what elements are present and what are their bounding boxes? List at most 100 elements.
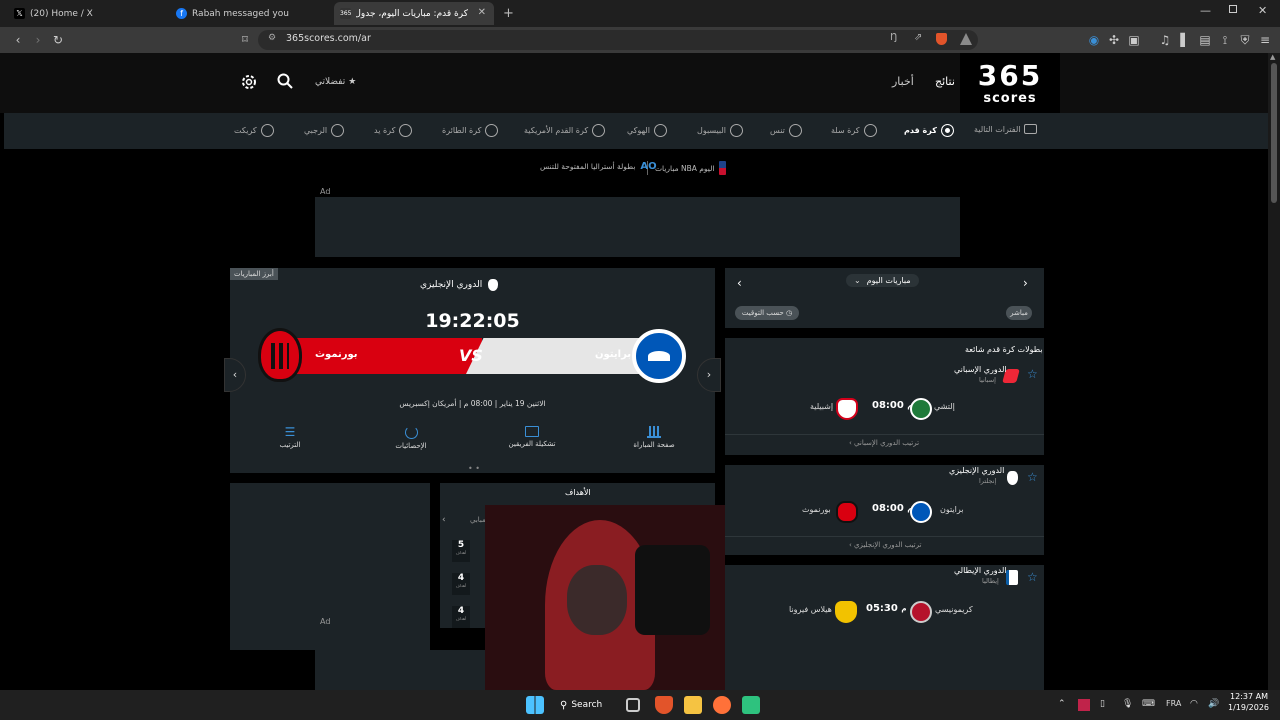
league-name[interactable]: الدوري الإيطالي: [954, 566, 1007, 575]
standings-link[interactable]: ‹ ترتيب الدوري الإنجليزي: [849, 541, 921, 549]
away-team-name[interactable]: بورنموث: [315, 349, 358, 360]
cat-american-football[interactable]: كرة القدم الأمريكية: [524, 124, 606, 137]
scrollbar-thumb[interactable]: [1271, 63, 1277, 203]
input-language[interactable]: FRA: [1166, 699, 1181, 708]
filter-by-time[interactable]: حسب التوقيت ◷: [735, 306, 799, 320]
close-tab-icon[interactable]: ✕: [478, 7, 486, 18]
home-team-name[interactable]: برايتون: [595, 349, 631, 360]
shield-icon[interactable]: ⛨: [1236, 31, 1254, 49]
clock[interactable]: 12:37 AM 1/19/2026: [1228, 692, 1269, 712]
search-icon[interactable]: [277, 73, 293, 89]
standings-link[interactable]: ‹ ترتيب الدوري الإسباني: [849, 439, 919, 447]
wallet-icon[interactable]: ▤: [1196, 31, 1214, 49]
back-icon[interactable]: ‹: [9, 31, 27, 49]
menu-icon[interactable]: ≡: [1256, 31, 1274, 49]
site-info-icon[interactable]: ⚙: [268, 33, 276, 43]
keyboard-icon[interactable]: ⌨: [1142, 699, 1155, 709]
brave-rewards-icon[interactable]: [960, 33, 972, 45]
page-scrollbar[interactable]: ▲: [1268, 53, 1280, 690]
promo-tennis[interactable]: بطولة أستراليا المفتوحة للتنس AO: [540, 161, 657, 172]
forward-icon[interactable]: ›: [29, 31, 47, 49]
favorite-star-icon[interactable]: ☆: [1027, 570, 1038, 584]
match-row[interactable]: إلتشي 08:00 م إشبيلية: [725, 388, 1044, 428]
action-lineups[interactable]: تشكيلة الفريقين: [502, 426, 562, 448]
365scores-logo[interactable]: 365 scores: [960, 53, 1060, 113]
brighton-crest-icon[interactable]: [632, 329, 686, 383]
battery-icon[interactable]: ▯: [1100, 699, 1105, 709]
close-window-icon[interactable]: ✕: [1258, 4, 1267, 17]
firefox-icon[interactable]: [713, 696, 731, 714]
reader-icon[interactable]: Ŋ: [890, 32, 897, 43]
promo-nba[interactable]: مباريات NBA اليوم: [655, 161, 727, 175]
cat-hockey[interactable]: الهوكي: [627, 124, 667, 137]
favorite-star-icon[interactable]: ☆: [1027, 367, 1038, 381]
cat-volleyball[interactable]: كرة الطائرة: [442, 124, 499, 137]
league-name[interactable]: الدوري الإسباني: [954, 365, 1007, 374]
nav-results[interactable]: نتائج: [935, 75, 955, 88]
task-view-icon[interactable]: [626, 698, 640, 712]
action-stats[interactable]: الإحصائيات: [382, 426, 440, 450]
cat-tennis[interactable]: تنس: [770, 124, 802, 137]
action-match-page[interactable]: صفحة المباراة: [625, 426, 683, 449]
vpn-icon[interactable]: ⟟: [1216, 31, 1234, 49]
sidebar-icon[interactable]: ▌: [1176, 31, 1194, 49]
file-explorer-icon[interactable]: [684, 696, 702, 714]
scorers-prev-icon[interactable]: ‹: [442, 515, 446, 525]
share-icon[interactable]: ⇗: [914, 32, 922, 43]
wifi-icon[interactable]: ◠: [1190, 699, 1198, 709]
prev-match-button[interactable]: ‹: [224, 358, 246, 392]
tab-365scores[interactable]: 365 كرة قدم: مباريات اليوم، جدول الترتي …: [334, 2, 494, 25]
volume-icon[interactable]: 🔊: [1208, 699, 1219, 709]
scorer-row[interactable]: 5 أهداف: [452, 540, 470, 562]
brave-browser-icon[interactable]: [655, 696, 673, 714]
app-icon[interactable]: [742, 696, 760, 714]
minimize-icon[interactable]: —: [1200, 4, 1211, 17]
prev-day-icon[interactable]: ‹: [737, 276, 742, 290]
cat-handball[interactable]: كرة يد: [374, 124, 413, 137]
settings-gear-icon[interactable]: [240, 73, 258, 91]
screenshot-icon[interactable]: ▣: [1125, 31, 1143, 49]
match-row[interactable]: كريمونيسي 05:30 م هيلاس فيرونا: [725, 591, 1044, 631]
filter-live[interactable]: مباشر: [1006, 306, 1032, 320]
bookmark-icon[interactable]: ⌑: [236, 31, 254, 49]
tab-messenger[interactable]: f Rabah messaged you: [176, 2, 326, 25]
cat-football[interactable]: كرة قدم: [904, 124, 954, 137]
scorer-row[interactable]: 4 أهداف: [452, 606, 470, 628]
rugby-icon: [331, 124, 345, 137]
bournemouth-crest-icon[interactable]: [258, 328, 302, 382]
tab-x-home[interactable]: 𝕏 (20) Home / X: [14, 2, 164, 25]
cat-basketball[interactable]: كرة سلة: [831, 124, 877, 137]
featured-league[interactable]: الدوري الإنجليزي: [420, 279, 499, 291]
league-country: إنجلترا: [979, 477, 997, 485]
mic-icon[interactable]: 🎙: [1122, 699, 1133, 709]
scroll-up-icon[interactable]: ▲: [1270, 53, 1275, 61]
action-standings[interactable]: ☰ الترتيب: [270, 426, 310, 450]
tray-chevron-icon[interactable]: ⌃: [1058, 699, 1066, 709]
maximize-icon[interactable]: [1229, 5, 1237, 13]
ad-banner[interactable]: [315, 197, 960, 257]
league-name[interactable]: الدوري الإنجليزي: [949, 466, 1004, 475]
windows-start-icon[interactable]: [526, 696, 544, 714]
match-row[interactable]: برايتون 08:00 م بورنموث: [725, 491, 1044, 531]
scorer-row[interactable]: 4 أهداف: [452, 573, 470, 595]
next-match-button[interactable]: ›: [697, 358, 721, 392]
carousel-dots[interactable]: • •: [468, 464, 480, 473]
cat-cricket[interactable]: كريكت: [234, 124, 274, 137]
address-bar[interactable]: ⚙ 365scores.com/ar Ŋ ⇗: [258, 30, 978, 50]
next-day-icon[interactable]: ›: [1023, 276, 1028, 290]
nav-my-picks[interactable]: تفضلاتي ★: [315, 77, 356, 87]
brave-shield-icon[interactable]: [936, 33, 947, 45]
nav-news[interactable]: أخبار: [892, 75, 914, 88]
favorite-star-icon[interactable]: ☆: [1027, 470, 1038, 484]
cat-rugby[interactable]: الرجبي: [304, 124, 345, 137]
date-selector[interactable]: ⌄ مباريات اليوم: [846, 274, 919, 287]
taskbar-search[interactable]: ⚲ Search: [560, 696, 612, 714]
reload-icon[interactable]: ↻: [49, 31, 67, 49]
leo-ai-icon[interactable]: ◉: [1085, 31, 1103, 49]
tray-app-icon[interactable]: [1078, 699, 1090, 711]
extensions-icon[interactable]: ✣: [1105, 31, 1123, 49]
cat-baseball[interactable]: البيسبول: [697, 124, 743, 137]
new-tab-icon[interactable]: +: [503, 6, 514, 21]
media-icon[interactable]: ♫: [1156, 31, 1174, 49]
cat-upcoming[interactable]: الفترات التالية: [974, 124, 1038, 134]
